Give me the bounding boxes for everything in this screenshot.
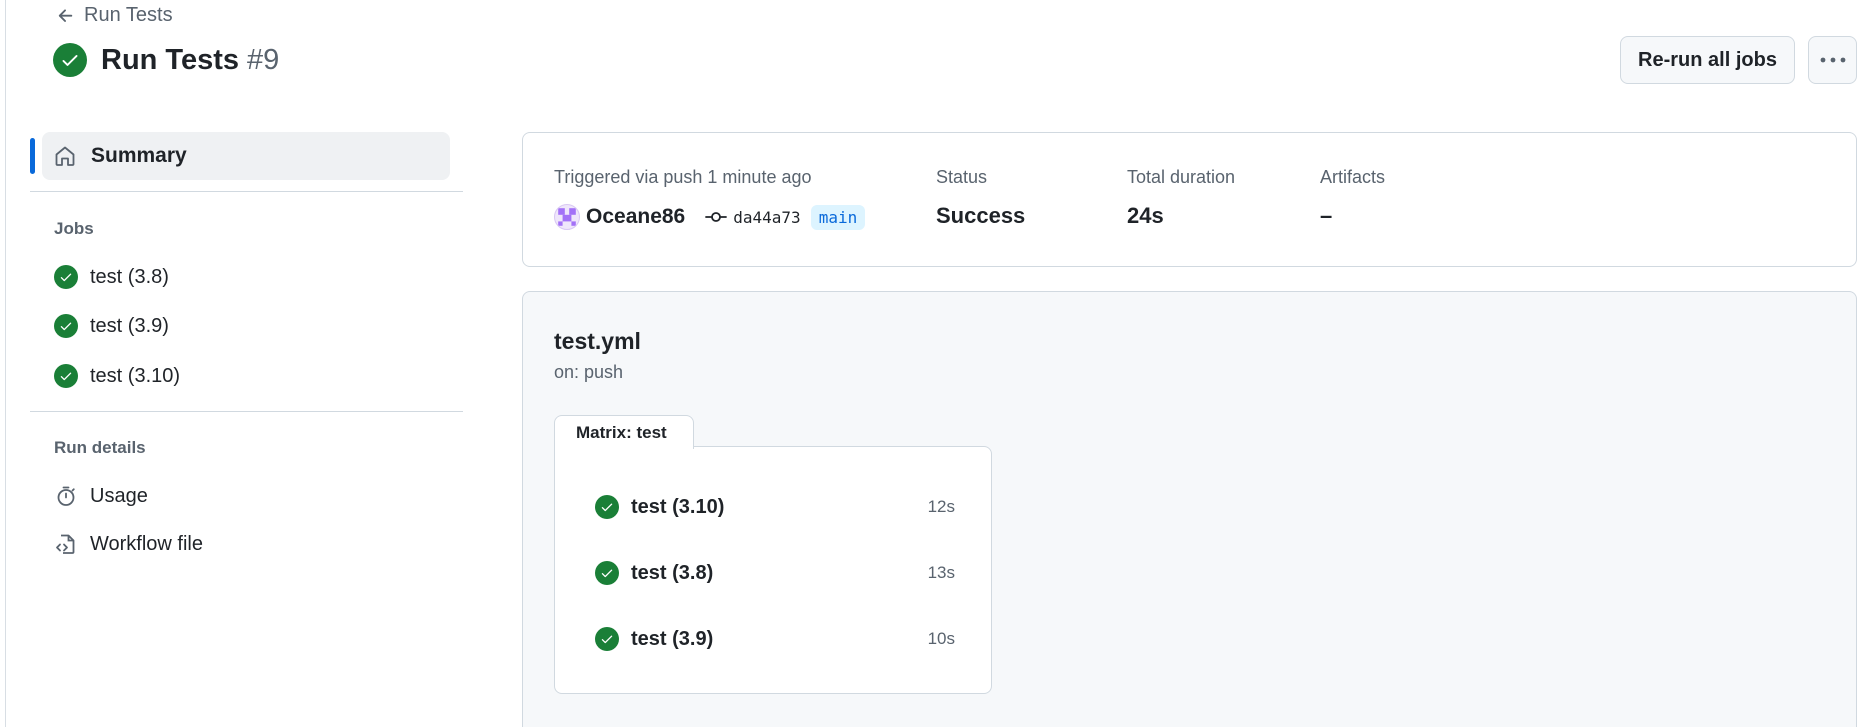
sidebar-divider xyxy=(30,411,463,412)
sidebar-item-job[interactable]: test (3.8) xyxy=(54,265,169,289)
sidebar-item-label: test (3.8) xyxy=(90,265,169,288)
workflow-run-page: Run Tests Run Tests #9 Re-run all jobs Su… xyxy=(0,0,1876,727)
sidebar-divider xyxy=(30,191,463,192)
matrix-job-duration: 12s xyxy=(927,497,955,516)
matrix-jobs-box: test (3.10) 12s test (3.8) 13s test (3.9… xyxy=(554,446,992,694)
success-check-icon xyxy=(595,627,619,651)
home-icon xyxy=(55,146,75,166)
sidebar-heading-jobs: Jobs xyxy=(54,219,94,238)
matrix-job[interactable]: test (3.10) 12s xyxy=(595,487,955,527)
sidebar-item-label: Usage xyxy=(90,484,148,507)
file-code-icon xyxy=(54,532,78,556)
sidebar-item-label: test (3.9) xyxy=(90,314,169,337)
status-label: Status xyxy=(936,167,988,187)
run-number: #9 xyxy=(247,43,280,76)
workflow-graph: test.yml on: push Matrix: test test (3.1… xyxy=(522,291,1857,727)
matrix-job[interactable]: test (3.8) 13s xyxy=(595,553,955,593)
avatar[interactable] xyxy=(554,204,580,230)
stopwatch-icon xyxy=(54,484,78,508)
matrix-job-name: test (3.10) xyxy=(631,495,725,518)
arrow-left-icon xyxy=(58,8,73,22)
duration-value: 24s xyxy=(1127,203,1164,228)
matrix-job-duration: 10s xyxy=(927,629,955,648)
more-options-button[interactable] xyxy=(1808,36,1857,84)
back-link-label: Run Tests xyxy=(84,4,173,26)
success-check-icon xyxy=(595,561,619,585)
success-check-icon xyxy=(54,314,78,338)
sidebar-item-job[interactable]: test (3.9) xyxy=(54,314,169,338)
sidebar-item-label: Workflow file xyxy=(90,532,203,555)
success-check-icon xyxy=(53,43,87,77)
sidebar-item-label: test (3.10) xyxy=(90,364,181,387)
artifacts-value: – xyxy=(1320,203,1333,228)
back-link[interactable]: Run Tests xyxy=(56,4,173,27)
success-check-icon xyxy=(595,495,619,519)
workflow-file-name: test.yml xyxy=(554,328,641,354)
matrix-job-name: test (3.8) xyxy=(631,561,714,584)
triggered-label: Triggered via push 1 minute ago xyxy=(554,167,812,187)
matrix-job-duration: 13s xyxy=(927,563,955,582)
matrix-job[interactable]: test (3.9) 10s xyxy=(595,619,955,659)
page-left-border xyxy=(5,0,6,727)
sidebar-item-usage[interactable]: Usage xyxy=(54,484,148,508)
duration-label: Total duration xyxy=(1127,167,1236,187)
matrix-job-name: test (3.9) xyxy=(631,627,714,650)
kebab-horizontal-icon xyxy=(1820,57,1845,63)
trigger-details: Oceane86 da44a73 main xyxy=(554,204,866,230)
status-value: Success xyxy=(936,203,1026,228)
commit-link[interactable]: da44a73 xyxy=(733,208,800,227)
run-title: Run Tests xyxy=(101,43,240,76)
workflow-trigger: on: push xyxy=(554,362,624,382)
page-title: Run Tests #9 xyxy=(53,43,279,77)
actor-link[interactable]: Oceane86 xyxy=(586,205,685,229)
sidebar-item-summary[interactable]: Summary xyxy=(42,132,450,180)
git-commit-icon xyxy=(705,212,728,222)
sidebar-heading-run-details: Run details xyxy=(54,438,146,457)
matrix-label: Matrix: test xyxy=(554,415,694,449)
run-summary-card: Triggered via push 1 minute ago Oceane86… xyxy=(522,132,1857,267)
sidebar-item-workflow-file[interactable]: Workflow file xyxy=(54,532,203,556)
artifacts-label: Artifacts xyxy=(1320,167,1386,187)
sidebar-active-indicator xyxy=(30,138,35,174)
sidebar-item-job[interactable]: test (3.10) xyxy=(54,364,180,388)
success-check-icon xyxy=(54,364,78,388)
sidebar-item-label: Summary xyxy=(91,144,187,167)
rerun-all-jobs-button[interactable]: Re-run all jobs xyxy=(1620,36,1795,84)
success-check-icon xyxy=(54,265,78,289)
branch-badge[interactable]: main xyxy=(810,204,866,230)
